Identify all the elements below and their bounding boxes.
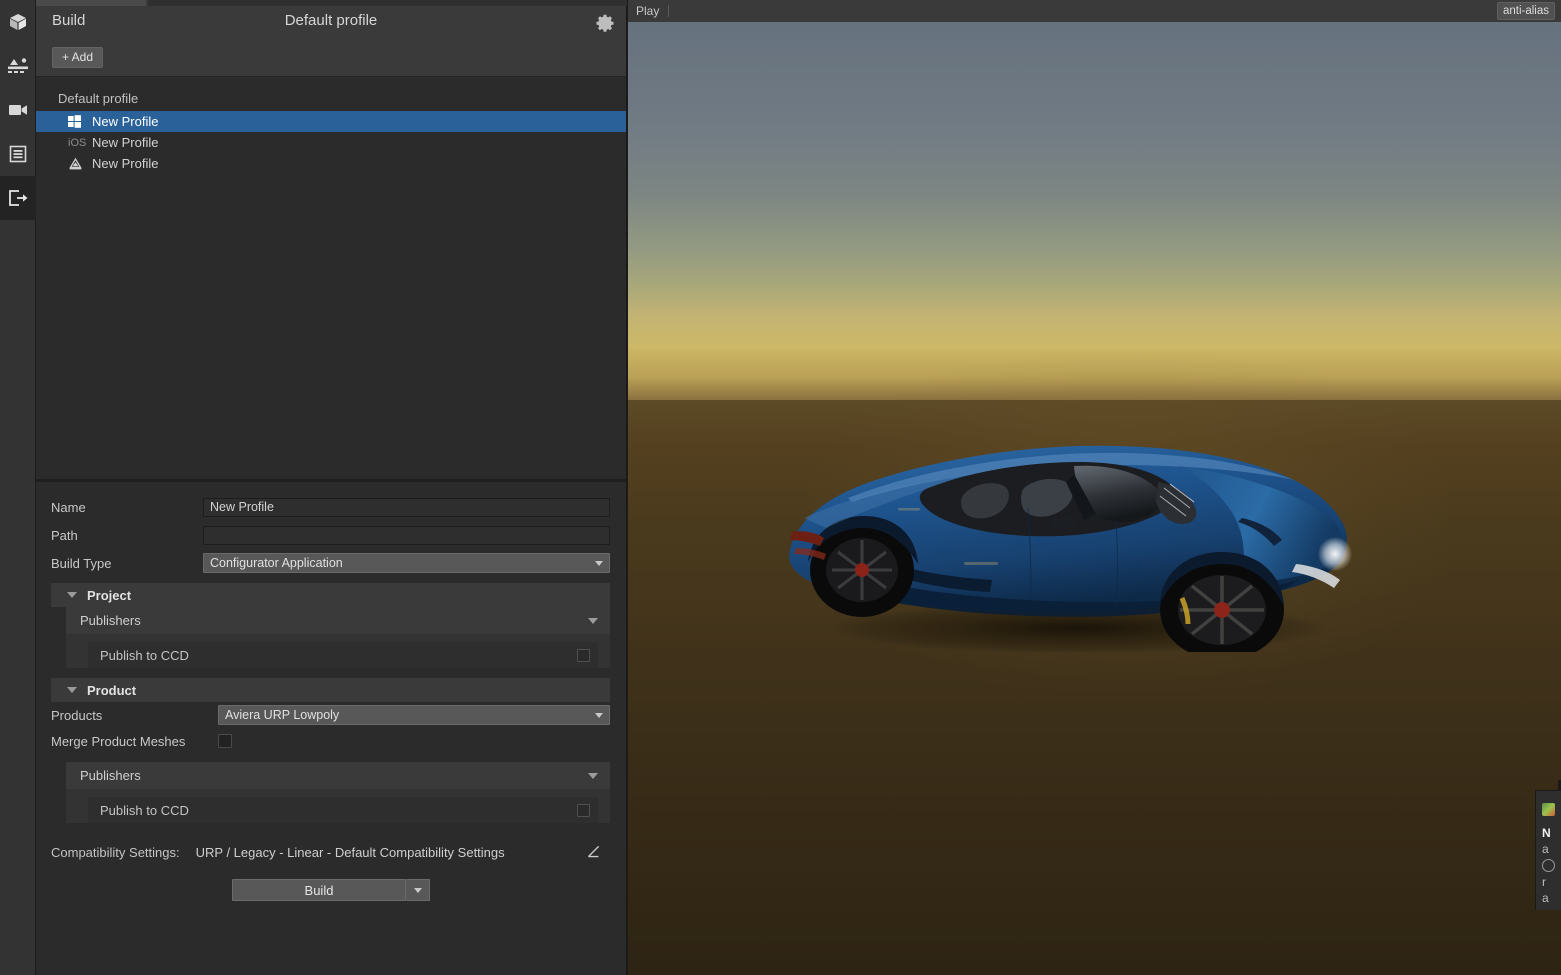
- export-icon: [7, 189, 29, 207]
- project-publish-to-ccd-label: Publish to CCD: [100, 648, 189, 663]
- compatibility-settings-value: URP / Legacy - Linear - Default Compatib…: [196, 845, 505, 860]
- product-section-label: Product: [87, 683, 136, 698]
- rail-item-camera[interactable]: [0, 88, 36, 132]
- build-panel-header: Build Default profile: [36, 6, 626, 39]
- build-panel: Build Default profile + Add Default prof…: [36, 6, 627, 975]
- overlay-line-2: r: [1542, 874, 1561, 890]
- chevron-down-icon: [414, 888, 422, 893]
- build-type-label: Build Type: [51, 556, 203, 571]
- product-publish-to-ccd-label: Publish to CCD: [100, 803, 189, 818]
- rail-item-environment[interactable]: [0, 44, 36, 88]
- ios-text-icon: iOS: [68, 137, 90, 149]
- project-publishers-box: Publishers Publish to CCD: [66, 607, 610, 668]
- products-dropdown[interactable]: Aviera URP Lowpoly: [218, 705, 610, 725]
- product-publish-to-ccd-row[interactable]: Publish to CCD: [88, 797, 598, 823]
- list-icon: [9, 145, 27, 163]
- collapse-triangle-icon: [67, 687, 77, 693]
- merge-product-meshes-label: Merge Product Meshes: [51, 734, 218, 749]
- profile-row-label: New Profile: [92, 114, 158, 129]
- cube-icon: [8, 12, 28, 32]
- products-row: Products Aviera URP Lowpoly: [36, 702, 626, 728]
- build-panel-toolbar: + Add: [36, 39, 626, 77]
- project-section-label: Project: [87, 588, 131, 603]
- viewport-toolbar: Play anti-alias: [628, 0, 1561, 22]
- overlay-title: N: [1542, 825, 1561, 841]
- merge-product-meshes-checkbox[interactable]: [218, 734, 232, 748]
- path-input[interactable]: [203, 526, 610, 545]
- path-row: Path: [36, 522, 626, 548]
- chevron-down-icon: [588, 773, 598, 779]
- environment-icon: [7, 56, 29, 76]
- compatibility-settings-row: Compatibility Settings: URP / Legacy - L…: [36, 841, 626, 863]
- rail-item-assets-cube[interactable]: [0, 0, 36, 44]
- camera-icon: [7, 102, 29, 118]
- products-value: Aviera URP Lowpoly: [225, 708, 339, 722]
- panel-subtitle-profile: Default profile: [36, 12, 626, 29]
- add-profile-button[interactable]: + Add: [52, 47, 103, 68]
- product-section-header[interactable]: Product: [51, 678, 610, 702]
- chevron-down-icon: [588, 618, 598, 624]
- pencil-icon[interactable]: [585, 844, 601, 860]
- name-label: Name: [51, 500, 203, 515]
- profile-row-android[interactable]: New Profile: [36, 153, 626, 174]
- scene-car-model: [778, 422, 1358, 652]
- profile-row-ios[interactable]: iOS New Profile: [36, 132, 626, 153]
- profile-form: Name New Profile Path Build Type Configu…: [36, 482, 626, 901]
- overlay-line-1: a: [1542, 841, 1561, 857]
- product-publishers-label: Publishers: [80, 768, 141, 783]
- build-type-dropdown[interactable]: Configurator Application: [203, 553, 610, 573]
- name-row: Name New Profile: [36, 494, 626, 520]
- overlay-line-3: a: [1542, 890, 1561, 906]
- rail-item-list[interactable]: [0, 132, 36, 176]
- path-label: Path: [51, 528, 203, 543]
- viewport-panel: Play anti-alias: [628, 0, 1561, 975]
- project-publishers-header[interactable]: Publishers: [66, 607, 610, 634]
- build-action-row: Build: [36, 879, 626, 901]
- rail-item-build-export[interactable]: [0, 176, 36, 220]
- gear-icon[interactable]: [596, 14, 614, 32]
- play-button[interactable]: Play: [628, 5, 669, 17]
- overlay-app-icon: [1542, 803, 1555, 816]
- build-type-row: Build Type Configurator Application: [36, 550, 626, 576]
- profile-row-label: New Profile: [92, 156, 158, 171]
- anti-alias-button[interactable]: anti-alias: [1497, 2, 1555, 20]
- build-type-value: Configurator Application: [210, 556, 343, 570]
- windows-icon: [68, 115, 90, 128]
- project-publishers-label: Publishers: [80, 613, 141, 628]
- product-publish-to-ccd-checkbox[interactable]: [577, 804, 590, 817]
- viewport-3d-scene[interactable]: [628, 22, 1561, 975]
- clipped-notification-overlay[interactable]: N a r a: [1535, 790, 1561, 910]
- profile-row-label: New Profile: [92, 135, 158, 150]
- build-dropdown-button[interactable]: [406, 879, 430, 901]
- build-button[interactable]: Build: [232, 879, 406, 901]
- products-label: Products: [51, 708, 218, 723]
- left-icon-rail: [0, 0, 36, 975]
- chevron-down-icon: [595, 561, 603, 566]
- product-publishers-header[interactable]: Publishers: [66, 762, 610, 789]
- merge-product-meshes-row: Merge Product Meshes: [36, 728, 626, 754]
- name-input[interactable]: New Profile: [203, 498, 610, 517]
- overlay-circle-icon: [1542, 859, 1555, 872]
- compatibility-settings-label: Compatibility Settings:: [51, 845, 180, 860]
- app-root: Build Default profile + Add Default prof…: [0, 0, 1561, 975]
- chevron-down-icon: [595, 713, 603, 718]
- collapse-triangle-icon: [67, 592, 77, 598]
- profile-list: Default profile New Profile iOS New Prof…: [36, 77, 626, 477]
- project-section-header[interactable]: Project: [51, 583, 610, 607]
- product-publishers-box: Publishers Publish to CCD: [66, 762, 610, 823]
- profile-row-windows[interactable]: New Profile: [36, 111, 626, 132]
- profile-group-label: Default profile: [36, 87, 626, 111]
- scene-sky: [628, 22, 1561, 400]
- project-publish-to-ccd-checkbox[interactable]: [577, 649, 590, 662]
- android-icon: [68, 157, 90, 171]
- project-publish-to-ccd-row[interactable]: Publish to CCD: [88, 642, 598, 668]
